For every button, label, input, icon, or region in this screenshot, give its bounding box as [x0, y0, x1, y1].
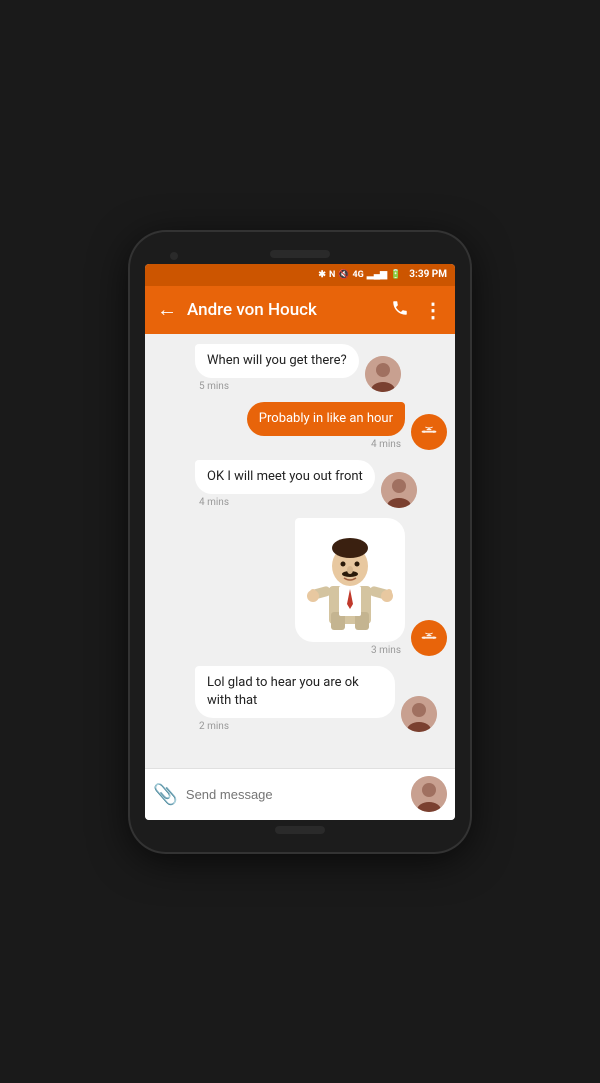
message-input[interactable]	[186, 776, 403, 812]
outgoing-timestamp: 4 mins	[367, 439, 405, 450]
contact-name: Andre von Houck	[187, 300, 381, 320]
message-text: When will you get there?	[207, 353, 347, 368]
data-icon: 4G	[353, 270, 364, 280]
message-row-sticker: 3 mins	[153, 518, 447, 656]
outgoing-message-text: Probably in like an hour	[259, 411, 393, 426]
mute-icon: 🔇	[338, 270, 349, 280]
message-timestamp-3: 2 mins	[195, 721, 395, 732]
message-row-outgoing: Probably in like an hour 4 mins	[153, 402, 447, 450]
sender-avatar	[411, 414, 447, 450]
bubble-wrap-2: OK I will meet you out front 4 mins	[195, 460, 375, 508]
message-bubble: When will you get there?	[195, 344, 359, 378]
status-icons: ✱ N 🔇 4G ▂▄▆ 🔋	[318, 269, 401, 280]
sender-avatar-2	[411, 620, 447, 656]
app-bar-actions: ⋮	[391, 298, 443, 322]
message-text-2: OK I will meet you out front	[207, 469, 363, 484]
sticker-timestamp: 3 mins	[367, 645, 405, 656]
bubble-wrap-outgoing: Probably in like an hour 4 mins	[247, 402, 405, 450]
attach-icon[interactable]: 📎	[153, 782, 178, 806]
camera-dot	[170, 252, 178, 260]
message-row-3: Lol glad to hear you are ok with that 2 …	[153, 666, 447, 732]
message-timestamp-2: 4 mins	[195, 497, 375, 508]
bluetooth-icon: ✱	[318, 270, 326, 280]
input-avatar	[411, 776, 447, 812]
phone-speaker	[270, 250, 330, 258]
input-area: 📎	[145, 768, 455, 820]
receiver-avatar	[365, 356, 401, 392]
receiver-avatar-2	[381, 472, 417, 508]
phone-call-icon[interactable]	[391, 299, 409, 321]
nfc-icon: N	[329, 270, 335, 280]
phone-screen: ✱ N 🔇 4G ▂▄▆ 🔋 3:39 PM ← Andre von Houck…	[145, 264, 455, 820]
message-text-3: Lol glad to hear you are ok with that	[207, 675, 359, 708]
borat-sticker	[301, 524, 399, 632]
bubble-wrap: When will you get there? 5 mins	[195, 344, 359, 392]
bubble-wrap-3: Lol glad to hear you are ok with that 2 …	[195, 666, 395, 732]
home-button[interactable]	[275, 826, 325, 834]
messages-area: When will you get there? 5 mins	[145, 334, 455, 768]
signal-icon: ▂▄▆	[367, 269, 387, 280]
sticker-wrap: 3 mins	[295, 518, 405, 656]
message-bubble-2: OK I will meet you out front	[195, 460, 375, 494]
outgoing-bubble: Probably in like an hour	[247, 402, 405, 436]
back-button[interactable]: ←	[157, 297, 177, 322]
more-options-icon[interactable]: ⋮	[423, 298, 443, 322]
message-bubble-3: Lol glad to hear you are ok with that	[195, 666, 395, 718]
phone-bottom-bar	[275, 826, 325, 834]
phone-top	[140, 250, 460, 258]
message-timestamp: 5 mins	[195, 381, 359, 392]
status-time: 3:39 PM	[409, 269, 447, 280]
message-row-2: OK I will meet you out front 4 mins	[153, 460, 447, 508]
battery-icon: 🔋	[390, 270, 401, 280]
avatar-spacer-3	[153, 696, 189, 732]
receiver-avatar-3	[401, 696, 437, 732]
avatar-spacer-2	[153, 472, 189, 508]
message-row: When will you get there? 5 mins	[153, 344, 447, 392]
avatar-spacer	[153, 356, 189, 392]
phone-device: ✱ N 🔇 4G ▂▄▆ 🔋 3:39 PM ← Andre von Houck…	[130, 232, 470, 852]
status-bar: ✱ N 🔇 4G ▂▄▆ 🔋 3:39 PM	[145, 264, 455, 286]
app-bar: ← Andre von Houck ⋮	[145, 286, 455, 334]
